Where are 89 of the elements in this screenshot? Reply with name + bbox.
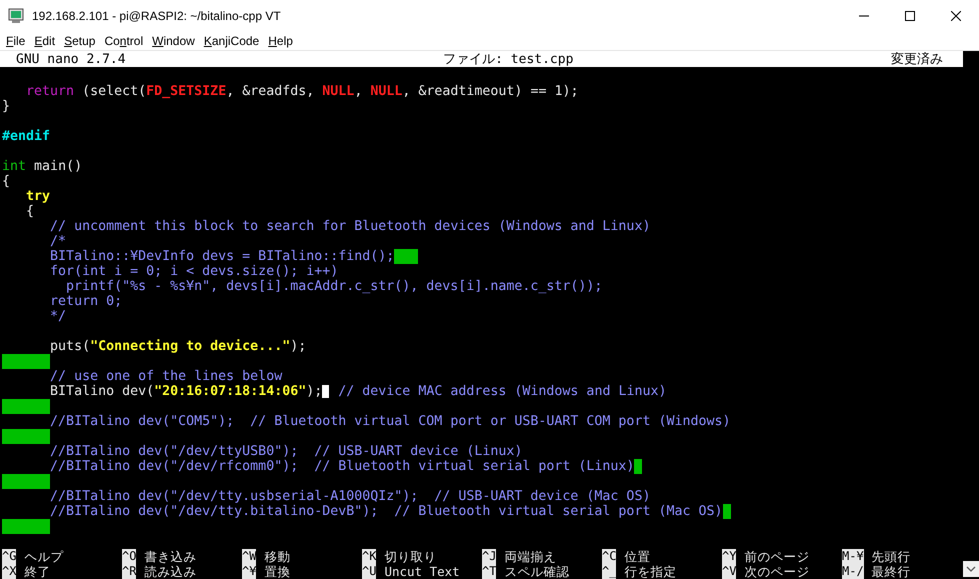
code-string: "20:16:07:18:14:06" xyxy=(154,384,306,399)
code-comment: /* xyxy=(50,234,66,249)
code-comment: */ xyxy=(50,309,66,324)
shortcut-label: 置換 xyxy=(264,564,290,579)
code-comment: BITalino::¥DevInfo devs = BITalino::find(); xyxy=(50,249,394,264)
shortcut-key: ^K xyxy=(362,549,376,564)
trailing-whitespace-marker xyxy=(394,249,418,264)
code-comment: //BITalino dev("/dev/rfcomm0"); // Bluetooth virtual serial port (Linux) xyxy=(50,459,634,474)
menu-item[interactable]: Edit xyxy=(30,34,60,48)
trailing-whitespace-marker xyxy=(2,399,50,414)
code-comment: // uncomment this block to search for Bluetooth devices (Windows and Linux) xyxy=(50,219,650,234)
trailing-whitespace-marker xyxy=(2,519,50,534)
shortcut-label: 次のページ xyxy=(744,564,810,579)
text-cursor xyxy=(322,385,330,398)
code-comment: return 0; xyxy=(50,294,122,309)
menu-item[interactable]: Window xyxy=(148,34,199,48)
code-text: { xyxy=(26,204,34,219)
code-text: BITalino dev( xyxy=(50,384,154,399)
code-constant: NULL xyxy=(370,84,402,99)
code-text: , &readtimeout) == 1); xyxy=(402,84,578,99)
menu-item[interactable]: File xyxy=(2,34,30,48)
shortcut-label: 書き込み xyxy=(144,549,196,564)
code-string: "Connecting to device..." xyxy=(90,339,290,354)
shortcut-key: ^W xyxy=(242,549,256,564)
code-comment: printf("%s - %s¥n", devs[i].macAddr.c_str(), devs[i].name.c_str()); xyxy=(66,279,602,294)
file-name: ファイル: test.cpp xyxy=(443,51,574,68)
trailing-whitespace-marker xyxy=(634,459,642,474)
code-text: } xyxy=(2,99,10,114)
shortcut-label: 両端揃え xyxy=(504,549,556,564)
shortcut-key: ^¥ xyxy=(242,564,256,579)
menu-item[interactable]: Control xyxy=(100,34,148,48)
code-text: { xyxy=(2,174,10,189)
code-text: ); xyxy=(290,339,306,354)
code-comment: //BITalino dev("COM5"); // Bluetooth virtual COM port or USB-UART COM port (Windows) xyxy=(50,414,731,429)
shortcut-key: ^U xyxy=(362,564,376,579)
shortcut-label: 前のページ xyxy=(744,549,810,564)
code-text: , &readfds, xyxy=(226,84,316,99)
shortcut-label: 移動 xyxy=(264,549,290,564)
trailing-whitespace-marker xyxy=(2,474,50,489)
code-comment: //BITalino dev("/dev/tty.bitalino-DevB"); // Bluetooth virtual serial port (Mac OS) xyxy=(50,504,723,519)
code-text: , xyxy=(354,84,364,99)
modified-status: 変更済み xyxy=(890,51,943,68)
shortcut-key: ^V xyxy=(722,564,736,579)
shortcut-key: M-/ xyxy=(842,564,864,579)
shortcut-key: ^O xyxy=(122,549,136,564)
code-comment: // use one of the lines below xyxy=(50,369,282,384)
shortcut-label: 読み込み xyxy=(144,564,196,579)
code-comment: //BITalino dev("/dev/tty.usbserial-A1000QIz"); // USB-UART device (Mac OS) xyxy=(50,489,650,504)
menu-item[interactable]: Help xyxy=(264,34,297,48)
window-title: 192.168.2.101 - pi@RASPI2: ~/bitalino-cpp VT xyxy=(32,9,282,23)
code-type: int xyxy=(2,159,26,174)
code-keyword: try xyxy=(26,189,50,204)
code-keyword: return xyxy=(26,84,74,99)
shortcut-key: ^C xyxy=(602,549,616,564)
shortcut-key: ^_ xyxy=(602,564,616,579)
code-constant: NULL xyxy=(322,84,354,99)
code-comment: // device MAC address (Windows and Linux) xyxy=(338,384,666,399)
code-text: (select( xyxy=(82,84,146,99)
shortcut-key: ^R xyxy=(122,564,136,579)
scroll-down-icon[interactable] xyxy=(963,561,979,577)
terminal-app-icon xyxy=(8,8,24,24)
code-text: ); xyxy=(306,384,322,399)
shortcut-key: ^J xyxy=(482,549,496,564)
shortcut-label: スペル確認 xyxy=(504,564,570,579)
shortcut-key: ^X xyxy=(2,564,16,579)
shortcut-label: ヘルプ xyxy=(24,549,64,564)
shortcut-label: 終了 xyxy=(24,564,50,579)
code-text: main() xyxy=(34,159,82,174)
code-text: puts( xyxy=(50,339,90,354)
shortcut-key: M-¥ xyxy=(842,549,864,564)
menu-item[interactable]: KanjiCode xyxy=(200,34,264,48)
shortcut-label: 先頭行 xyxy=(872,549,911,564)
trailing-whitespace-marker xyxy=(722,504,731,519)
menu-item[interactable]: Setup xyxy=(60,34,100,48)
shortcut-key: ^Y xyxy=(722,549,736,564)
preprocessor-directive: #endif xyxy=(2,129,50,144)
shortcut-label: 最終行 xyxy=(872,564,911,579)
editor-version: GNU nano 2.7.4 xyxy=(16,52,126,66)
shortcut-label: 行を指定 xyxy=(624,564,676,579)
shortcut-key: ^G xyxy=(2,549,16,564)
shortcut-key: ^T xyxy=(482,564,496,579)
shortcut-label: Uncut Text xyxy=(384,564,460,579)
shortcut-label: 位置 xyxy=(624,549,650,564)
shortcut-label: 切り取り xyxy=(384,549,436,564)
trailing-whitespace-marker xyxy=(2,354,50,369)
code-constant: FD_SETSIZE xyxy=(146,84,226,99)
trailing-whitespace-marker xyxy=(2,429,50,444)
code-comment: //BITalino dev("/dev/ttyUSB0"); // USB-UART device (Linux) xyxy=(50,444,522,459)
code-comment: for(int i = 0; i < devs.size(); i++) xyxy=(50,264,338,279)
